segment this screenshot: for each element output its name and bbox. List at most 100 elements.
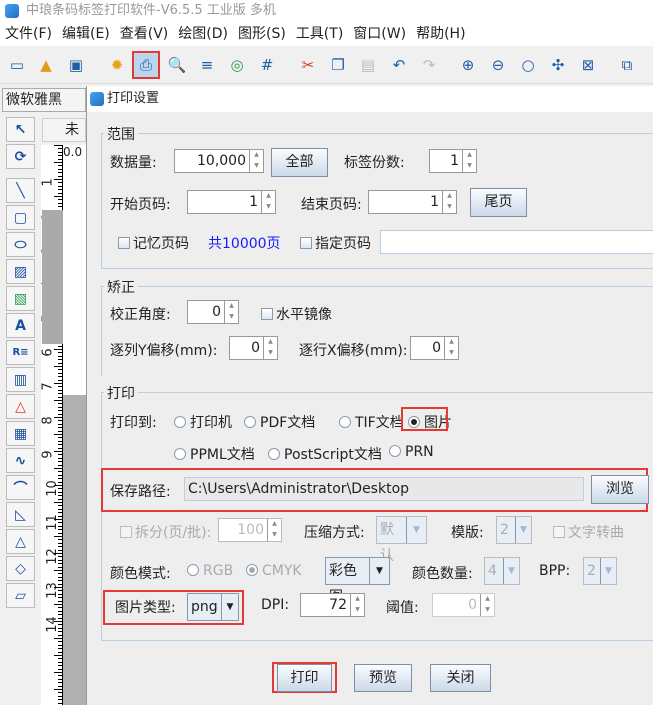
template-select[interactable]: 2 ▼ bbox=[496, 516, 532, 544]
spinner-arrows[interactable]: ▲ ▼ bbox=[261, 191, 275, 213]
split-spinner[interactable]: 100 ▲ ▼ bbox=[218, 518, 282, 542]
curve-icon[interactable]: ∿ bbox=[6, 448, 35, 473]
image-icon[interactable]: ▨ bbox=[6, 259, 35, 284]
angle-value[interactable]: 0 bbox=[188, 301, 224, 323]
radio[interactable] bbox=[174, 416, 186, 428]
bpp-select[interactable]: 2 ▼ bbox=[583, 557, 617, 585]
target-pdf-radio[interactable]: PDF文档 bbox=[244, 412, 315, 432]
radio[interactable] bbox=[268, 448, 280, 460]
polyline-icon[interactable]: ◺ bbox=[6, 502, 35, 527]
print-icon[interactable]: ⎙ bbox=[132, 51, 160, 79]
template-value[interactable]: 2 bbox=[497, 517, 515, 543]
zoom-out-icon[interactable]: ⊖ bbox=[486, 53, 510, 77]
browse-button[interactable]: 浏览 bbox=[591, 475, 649, 504]
mirror-checkbox[interactable]: 水平镜像 bbox=[261, 304, 332, 324]
target-prn-radio[interactable]: PRN bbox=[389, 444, 434, 460]
checkbox[interactable] bbox=[553, 526, 565, 538]
align-icon[interactable]: ⧉ bbox=[615, 53, 639, 77]
spinner-arrows[interactable]: ▲ ▼ bbox=[462, 150, 476, 172]
line-icon[interactable]: ╲ bbox=[6, 178, 35, 203]
paste-icon[interactable]: ▤ bbox=[356, 53, 380, 77]
radio-selected[interactable] bbox=[246, 564, 258, 576]
target-ppml-radio[interactable]: PPML文档 bbox=[174, 444, 255, 464]
menu-draw[interactable]: 绘图(D) bbox=[173, 22, 233, 46]
end-page-value[interactable]: 1 bbox=[369, 191, 442, 213]
compress-select[interactable]: 默认 ▼ bbox=[376, 516, 427, 564]
print-preview-icon[interactable]: 🔍 bbox=[165, 53, 189, 77]
radio[interactable] bbox=[187, 564, 199, 576]
dropdown-arrow-icon[interactable]: ▼ bbox=[503, 558, 519, 584]
spinner-arrows[interactable]: ▲ ▼ bbox=[444, 337, 458, 359]
fit-page-icon[interactable]: ⊠ bbox=[576, 53, 600, 77]
spinner-arrows[interactable]: ▲ ▼ bbox=[442, 191, 456, 213]
x-offset-spinner[interactable]: 0 ▲ ▼ bbox=[410, 336, 459, 360]
image-type-value[interactable]: png bbox=[188, 594, 221, 620]
document-tab[interactable]: 未命 bbox=[42, 118, 86, 142]
triangle-icon[interactable]: △ bbox=[6, 529, 35, 554]
shape-icon[interactable]: △ bbox=[6, 394, 35, 419]
copy-icon[interactable]: ❐ bbox=[326, 53, 350, 77]
dropdown-arrow-icon[interactable]: ▼ bbox=[600, 558, 616, 584]
color-mode-rgb-radio[interactable]: RGB bbox=[187, 563, 233, 579]
radio[interactable] bbox=[339, 416, 351, 428]
text-curve-checkbox[interactable]: 文字转曲 bbox=[553, 522, 624, 542]
checkbox[interactable] bbox=[120, 526, 132, 538]
new-window-icon[interactable]: ▭ bbox=[5, 53, 29, 77]
spinner-arrows[interactable]: ▲ ▼ bbox=[350, 594, 364, 616]
checkbox[interactable] bbox=[300, 237, 312, 249]
color-count-select[interactable]: 4 ▼ bbox=[484, 557, 520, 585]
compress-value[interactable]: 默认 bbox=[377, 517, 406, 564]
rich-text-icon[interactable]: R≡ bbox=[6, 340, 35, 365]
spinner-arrows[interactable]: ▲ ▼ bbox=[224, 301, 238, 323]
print-button[interactable]: 打印 bbox=[277, 664, 332, 692]
undo-icon[interactable]: ↶ bbox=[387, 53, 411, 77]
color-mode-cmyk-radio[interactable]: CMYK bbox=[246, 563, 302, 579]
threshold-value[interactable]: 0 bbox=[433, 594, 480, 616]
spinner-arrows[interactable]: ▲ ▼ bbox=[480, 594, 494, 616]
spinner-arrows[interactable]: ▲ ▼ bbox=[249, 150, 263, 172]
dropdown-arrow-icon[interactable]: ▼ bbox=[515, 517, 531, 543]
rounded-rect-icon[interactable]: ▢ bbox=[6, 205, 35, 230]
dropdown-arrow-icon[interactable]: ▼ bbox=[221, 594, 238, 620]
specify-page-checkbox[interactable]: 指定页码 bbox=[300, 233, 371, 253]
image-type-select[interactable]: png ▼ bbox=[187, 593, 239, 621]
preview-button[interactable]: 预览 bbox=[354, 664, 412, 692]
copies-spinner[interactable]: 1 ▲ ▼ bbox=[429, 149, 477, 173]
split-value[interactable]: 100 bbox=[219, 519, 267, 541]
settings-icon[interactable]: ✹ bbox=[105, 53, 129, 77]
parallelogram-icon[interactable]: ▱ bbox=[6, 583, 35, 608]
checkbox[interactable] bbox=[118, 237, 130, 249]
database-icon[interactable]: ≡ bbox=[195, 53, 219, 77]
font-selector[interactable]: 微软雅黑 bbox=[2, 88, 86, 112]
qrcode-icon[interactable]: ▦ bbox=[6, 421, 35, 446]
spinner-arrows[interactable]: ▲ ▼ bbox=[263, 337, 277, 359]
ellipse-icon[interactable]: ⬭ bbox=[6, 232, 35, 257]
close-button[interactable]: 关闭 bbox=[430, 664, 491, 692]
radio[interactable] bbox=[244, 416, 256, 428]
x-offset-value[interactable]: 0 bbox=[411, 337, 444, 359]
menu-window[interactable]: 窗口(W) bbox=[348, 22, 411, 46]
split-checkbox[interactable]: 拆分(页/批): bbox=[120, 522, 211, 542]
last-page-button[interactable]: 尾页 bbox=[470, 188, 527, 217]
end-page-spinner[interactable]: 1 ▲ ▼ bbox=[368, 190, 457, 214]
color-type-value[interactable]: 彩色图 bbox=[326, 558, 369, 605]
angle-spinner[interactable]: 0 ▲ ▼ bbox=[187, 300, 239, 324]
radio[interactable] bbox=[174, 448, 186, 460]
color-type-select[interactable]: 彩色图▼ bbox=[325, 557, 390, 605]
arc-icon[interactable]: ⌒ bbox=[6, 475, 35, 500]
checkbox[interactable] bbox=[261, 308, 273, 320]
start-page-value[interactable]: 1 bbox=[188, 191, 261, 213]
copies-value[interactable]: 1 bbox=[430, 150, 462, 172]
dropdown-arrow-icon[interactable]: ▼ bbox=[369, 558, 389, 584]
save-path-input[interactable]: C:\Users\Administrator\Desktop bbox=[184, 477, 584, 501]
target-printer-radio[interactable]: 打印机 bbox=[174, 412, 232, 432]
all-button[interactable]: 全部 bbox=[271, 148, 328, 177]
rotate-icon[interactable]: ⟳ bbox=[6, 144, 35, 169]
menu-view[interactable]: 查看(V) bbox=[115, 22, 174, 46]
start-page-spinner[interactable]: 1 ▲ ▼ bbox=[187, 190, 276, 214]
y-offset-spinner[interactable]: 0 ▲ ▼ bbox=[229, 336, 278, 360]
text-icon[interactable]: A bbox=[6, 313, 35, 338]
dropdown-arrow-icon[interactable]: ▼ bbox=[406, 517, 426, 543]
dpi-value[interactable]: 72 bbox=[301, 594, 350, 616]
menu-help[interactable]: 帮助(H) bbox=[411, 22, 470, 46]
